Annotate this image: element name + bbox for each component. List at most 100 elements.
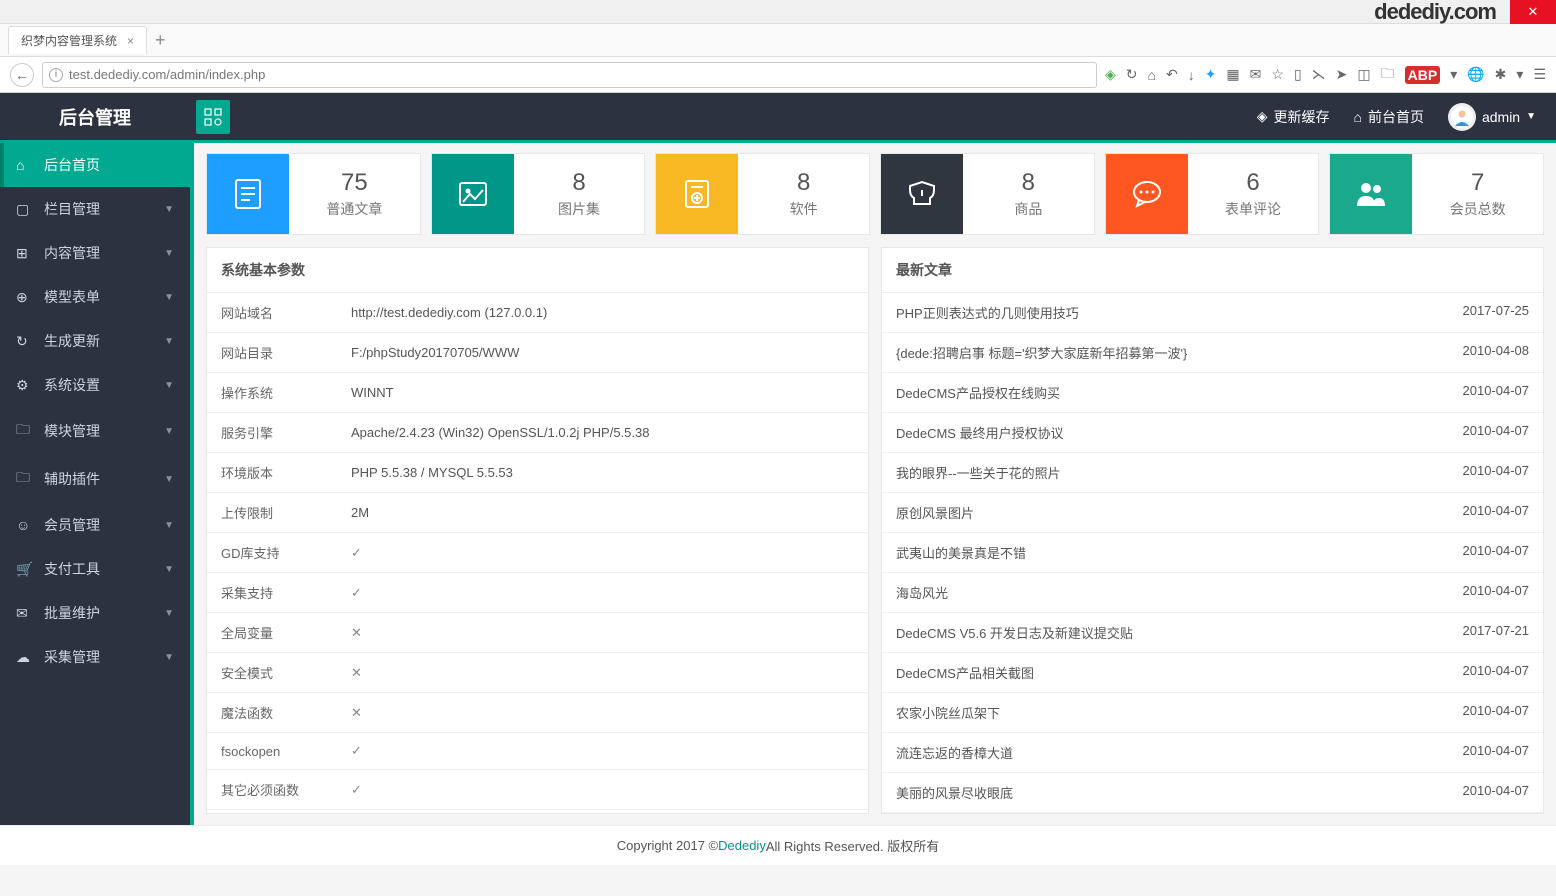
sidebar-item-2[interactable]: ⊞内容管理▼ <box>0 231 190 275</box>
stat-number: 6 <box>1246 169 1259 197</box>
chevron-down-icon: ▼ <box>164 608 174 619</box>
frontend-home-link[interactable]: ⌂ 前台首页 <box>1353 107 1423 127</box>
tabgroup-icon[interactable]: ◫ <box>1357 66 1370 83</box>
article-title[interactable]: DedeCMS产品相关截图 <box>896 663 1034 682</box>
table-row: 农家小院丝瓜架下2010-04-07 <box>882 693 1543 733</box>
sysinfo-value: WINNT <box>337 373 868 413</box>
article-title[interactable]: DedeCMS V5.6 开发日志及新建议提交贴 <box>896 623 1133 642</box>
sidebar-icon: ✉ <box>16 605 34 622</box>
app-topbar: 后台管理 ◈ 更新缓存 ⌂ 前台首页 admin ▼ <box>0 93 1556 143</box>
dropdown-icon[interactable]: ▾ <box>1450 66 1457 83</box>
user-menu[interactable]: admin ▼ <box>1448 103 1536 131</box>
article-title[interactable]: PHP正则表达式的几则使用技巧 <box>896 303 1079 322</box>
table-row: 其它必须函数✓ <box>207 770 868 810</box>
new-tab-button[interactable]: + <box>155 30 166 51</box>
stat-label: 图片集 <box>558 199 600 219</box>
sysinfo-value: ✓ <box>337 733 868 770</box>
sidebar-toggle-button[interactable] <box>196 100 230 134</box>
article-title[interactable]: 武夷山的美景真是不错 <box>896 543 1026 562</box>
abp-icon[interactable]: ABP <box>1405 66 1441 84</box>
stat-number: 8 <box>1022 169 1035 197</box>
stat-card-2[interactable]: 8软件 <box>655 153 870 235</box>
sidebar-item-4[interactable]: ↻生成更新▼ <box>0 319 190 363</box>
stat-label: 普通文章 <box>326 199 382 219</box>
stat-card-0[interactable]: 75普通文章 <box>206 153 421 235</box>
sidebar-item-5[interactable]: ⚙系统设置▼ <box>0 363 190 407</box>
article-title[interactable]: 海岛风光 <box>896 583 948 602</box>
table-row: {dede:招聘启事 标题='织梦大家庭新年招募第一波'}2010-04-08 <box>882 333 1543 373</box>
article-title[interactable]: 我的眼界--一些关于花的照片 <box>896 463 1061 482</box>
stat-label: 表单评论 <box>1225 199 1281 219</box>
reload-icon[interactable]: ↻ <box>1126 66 1138 83</box>
sidebar-item-3[interactable]: ⊕模型表单▼ <box>0 275 190 319</box>
article-title[interactable]: {dede:招聘启事 标题='织梦大家庭新年招募第一波'} <box>896 343 1187 362</box>
stat-card-3[interactable]: 8商品 <box>880 153 1095 235</box>
sidebar-item-9[interactable]: 🛒支付工具▼ <box>0 547 190 591</box>
rss-icon[interactable]: ⋋ <box>1312 66 1326 83</box>
table-row: 全局变量✕ <box>207 613 868 653</box>
article-title[interactable]: 原创风景图片 <box>896 503 974 522</box>
back-button[interactable]: ← <box>10 63 34 87</box>
footer: Copyright 2017 © Dedediy All Rights Rese… <box>0 825 1556 865</box>
sysinfo-table: 网站域名http://test.dedediy.com (127.0.0.1)网… <box>207 293 868 810</box>
calendar-icon[interactable]: ▦ <box>1226 66 1239 83</box>
sidebar-label: 采集管理 <box>44 647 100 667</box>
footer-link[interactable]: Dedediy <box>718 838 766 853</box>
table-row: 海岛风光 2010-04-07 <box>882 573 1543 613</box>
browser-tab[interactable]: 织梦内容管理系统 × <box>8 26 147 54</box>
sysinfo-value: ✕ <box>337 653 868 693</box>
stat-card-1[interactable]: 8图片集 <box>431 153 646 235</box>
sidebar-label: 模块管理 <box>44 421 100 441</box>
brand-title: 后台管理 <box>0 104 190 130</box>
bird-icon[interactable]: ✦ <box>1205 66 1217 83</box>
folder-icon[interactable]: 🗀 <box>1381 63 1395 87</box>
sidebar-label: 支付工具 <box>44 559 100 579</box>
table-row: 网站域名http://test.dedediy.com (127.0.0.1) <box>207 293 868 333</box>
globe-icon[interactable]: 🌐 <box>1467 66 1484 83</box>
article-title[interactable]: 流连忘返的香樟大道 <box>896 743 1013 762</box>
tab-close-icon[interactable]: × <box>127 34 134 48</box>
window-close-button[interactable]: ✕ <box>1510 0 1556 24</box>
address-bar[interactable]: i test.dedediy.com/admin/index.php <box>42 62 1097 88</box>
sidebar-item-11[interactable]: ☁采集管理▼ <box>0 635 190 679</box>
info-icon[interactable]: i <box>49 68 63 82</box>
article-date: 2010-04-07 <box>1463 543 1530 562</box>
mail-icon[interactable]: ✉ <box>1250 66 1262 83</box>
sidebar-item-0[interactable]: ⌂后台首页 <box>0 143 190 187</box>
star-icon[interactable]: ☆ <box>1271 66 1284 83</box>
table-row: DedeCMS产品授权在线购买2010-04-07 <box>882 373 1543 413</box>
article-title[interactable]: 美丽的风景尽收眼底 <box>896 783 1013 802</box>
chevron-down-icon: ▼ <box>164 474 174 485</box>
sidebar-item-8[interactable]: ☺会员管理▼ <box>0 503 190 547</box>
sidebar-label: 内容管理 <box>44 243 100 263</box>
table-row: DedeCMS V5.6 开发日志及新建议提交贴2017-07-21 <box>882 613 1543 653</box>
articles-table: PHP正则表达式的几则使用技巧2017-07-25{dede:招聘启事 标题='… <box>882 293 1543 813</box>
sidebar-item-10[interactable]: ✉批量维护▼ <box>0 591 190 635</box>
article-title[interactable]: DedeCMS产品授权在线购买 <box>896 383 1060 402</box>
download-icon[interactable]: ↓ <box>1188 67 1195 83</box>
shield-icon[interactable]: ◈ <box>1105 66 1116 83</box>
table-row: fsockopen✓ <box>207 733 868 770</box>
sidebar-item-7[interactable]: 🗀辅助插件▼ <box>0 455 190 503</box>
refresh-cache-link[interactable]: ◈ 更新缓存 <box>1257 107 1330 127</box>
sysinfo-key: 上传限制 <box>207 493 337 533</box>
article-date: 2010-04-07 <box>1463 583 1530 602</box>
stat-card-4[interactable]: 6表单评论 <box>1105 153 1320 235</box>
article-title[interactable]: 农家小院丝瓜架下 <box>896 703 1000 722</box>
sidebar-item-6[interactable]: 🗀模块管理▼ <box>0 407 190 455</box>
sidebar-label: 会员管理 <box>44 515 100 535</box>
table-row: 操作系统WINNT <box>207 373 868 413</box>
menu-icon[interactable]: ☰ <box>1533 66 1546 83</box>
undo-icon[interactable]: ↶ <box>1166 66 1178 83</box>
home-icon[interactable]: ⌂ <box>1147 67 1155 83</box>
puzzle-icon[interactable]: ✱ <box>1495 66 1507 83</box>
more-icon[interactable]: ▾ <box>1516 66 1523 83</box>
stat-number: 8 <box>572 169 585 197</box>
sidebar-item-1[interactable]: ▢栏目管理▼ <box>0 187 190 231</box>
table-row: 武夷山的美景真是不错 2010-04-07 <box>882 533 1543 573</box>
article-title[interactable]: DedeCMS 最终用户授权协议 <box>896 423 1064 442</box>
send-icon[interactable]: ➤ <box>1336 66 1348 83</box>
stat-card-5[interactable]: 7会员总数 <box>1329 153 1544 235</box>
sysinfo-key: 网站域名 <box>207 293 337 333</box>
bookmark-icon[interactable]: ▯ <box>1294 66 1302 83</box>
